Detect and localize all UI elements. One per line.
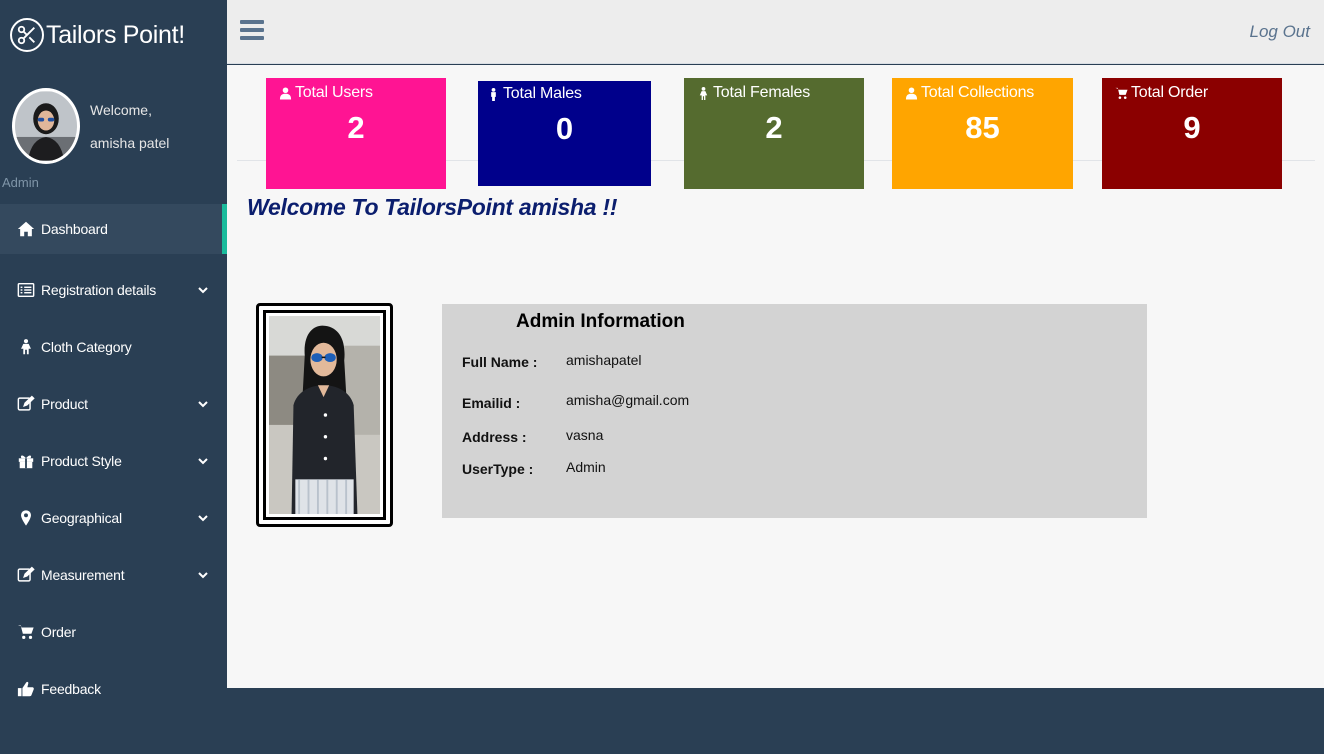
full-name-value: amishapatel bbox=[566, 352, 642, 368]
cart-icon bbox=[16, 623, 36, 641]
menu-toggle-icon[interactable] bbox=[240, 20, 264, 44]
address-value: vasna bbox=[566, 427, 604, 443]
footer bbox=[227, 688, 1324, 754]
stat-value: 85 bbox=[965, 110, 1000, 145]
avatar bbox=[12, 88, 80, 164]
user-role: Admin bbox=[2, 175, 39, 190]
admin-info-title: Admin Information bbox=[516, 311, 685, 332]
profile-panel: Welcome, amisha patel bbox=[12, 88, 212, 168]
sidebar-item-label: Dashboard bbox=[41, 221, 108, 237]
edit-icon bbox=[16, 566, 36, 584]
welcome-text: Welcome, bbox=[90, 102, 152, 118]
sidebar-item-label: Registration details bbox=[41, 281, 157, 298]
user-icon bbox=[279, 86, 292, 100]
sidebar-item-product[interactable]: Product bbox=[0, 375, 227, 432]
admin-info-panel: Admin Information Full Name : amishapate… bbox=[442, 304, 1147, 518]
stat-total-females[interactable]: Total Females 2 bbox=[684, 78, 864, 189]
sidebar-item-registration-details[interactable]: Registration details bbox=[0, 261, 227, 318]
male-icon bbox=[491, 87, 496, 101]
main-content: Total Users 2 Total Males 0 Total Female… bbox=[227, 65, 1324, 688]
list-icon bbox=[16, 281, 36, 299]
sidebar-item-geographical[interactable]: Geographical bbox=[0, 489, 227, 546]
sidebar: Tailors Point! Welcome, amisha patel Adm… bbox=[0, 0, 227, 754]
sidebar-item-cloth-category[interactable]: Cloth Category bbox=[0, 318, 227, 375]
stat-value: 0 bbox=[555, 111, 574, 146]
stat-value: 2 bbox=[347, 110, 365, 145]
stat-label: Total Males bbox=[503, 85, 582, 102]
sidebar-item-product-style[interactable]: Product Style bbox=[0, 432, 227, 489]
address-label: Address : bbox=[462, 429, 527, 445]
stat-label: Total Order bbox=[1131, 84, 1208, 101]
sidebar-item-label: Cloth Category bbox=[41, 338, 132, 355]
map-marker-icon bbox=[16, 509, 36, 527]
user-type-label: UserType : bbox=[462, 461, 534, 477]
thumbs-up-icon bbox=[16, 680, 36, 698]
stat-total-males[interactable]: Total Males 0 bbox=[478, 81, 651, 186]
brand-title: Tailors Point! bbox=[46, 20, 185, 49]
email-value: amisha@gmail.com bbox=[566, 392, 690, 408]
welcome-heading: Welcome To TailorsPoint amisha !! bbox=[247, 194, 618, 220]
full-name-label: Full Name : bbox=[462, 354, 538, 370]
female-icon bbox=[16, 338, 36, 356]
sidebar-item-label: Measurement bbox=[41, 566, 125, 583]
home-icon bbox=[16, 220, 36, 238]
chevron-down-icon[interactable] bbox=[197, 284, 209, 296]
edit-icon bbox=[16, 395, 36, 413]
chevron-down-icon[interactable] bbox=[197, 455, 209, 467]
user-type-value: Admin bbox=[566, 459, 606, 475]
sidebar-item-order[interactable]: Order bbox=[0, 603, 227, 660]
user-name: amisha patel bbox=[90, 135, 170, 151]
chevron-down-icon[interactable] bbox=[197, 398, 209, 410]
top-nav: Log Out bbox=[227, 0, 1324, 64]
sidebar-menu: Dashboard Registration details Cloth Cat… bbox=[0, 204, 227, 717]
admin-photo bbox=[256, 303, 393, 527]
sidebar-item-label: Geographical bbox=[41, 509, 122, 526]
chevron-down-icon[interactable] bbox=[197, 569, 209, 581]
stat-label: Total Collections bbox=[921, 84, 1035, 101]
stat-value: 9 bbox=[1183, 110, 1201, 145]
chevron-down-icon[interactable] bbox=[197, 512, 209, 524]
user-icon bbox=[905, 86, 918, 100]
stat-value: 2 bbox=[765, 110, 783, 145]
gift-icon bbox=[16, 452, 36, 470]
female-icon bbox=[699, 86, 708, 100]
sidebar-item-label: Order bbox=[41, 623, 76, 640]
sidebar-item-dashboard[interactable]: Dashboard bbox=[0, 204, 227, 254]
sidebar-item-measurement[interactable]: Measurement bbox=[0, 546, 227, 603]
stat-label: Total Females bbox=[713, 84, 810, 101]
stat-total-order[interactable]: Total Order 9 bbox=[1102, 78, 1282, 189]
stat-label: Total Users bbox=[295, 84, 373, 101]
cart-icon bbox=[1115, 87, 1128, 99]
stat-total-collections[interactable]: Total Collections 85 bbox=[892, 78, 1073, 189]
sidebar-item-label: Product Style bbox=[41, 452, 122, 469]
scissors-icon bbox=[10, 18, 44, 52]
logout-link[interactable]: Log Out bbox=[1250, 22, 1311, 42]
stat-total-users[interactable]: Total Users 2 bbox=[266, 78, 446, 189]
sidebar-item-label: Feedback bbox=[41, 680, 101, 697]
brand[interactable]: Tailors Point! bbox=[10, 14, 185, 56]
sidebar-item-feedback[interactable]: Feedback bbox=[0, 660, 227, 717]
email-label: Emailid : bbox=[462, 395, 521, 411]
sidebar-item-label: Product bbox=[41, 395, 88, 412]
